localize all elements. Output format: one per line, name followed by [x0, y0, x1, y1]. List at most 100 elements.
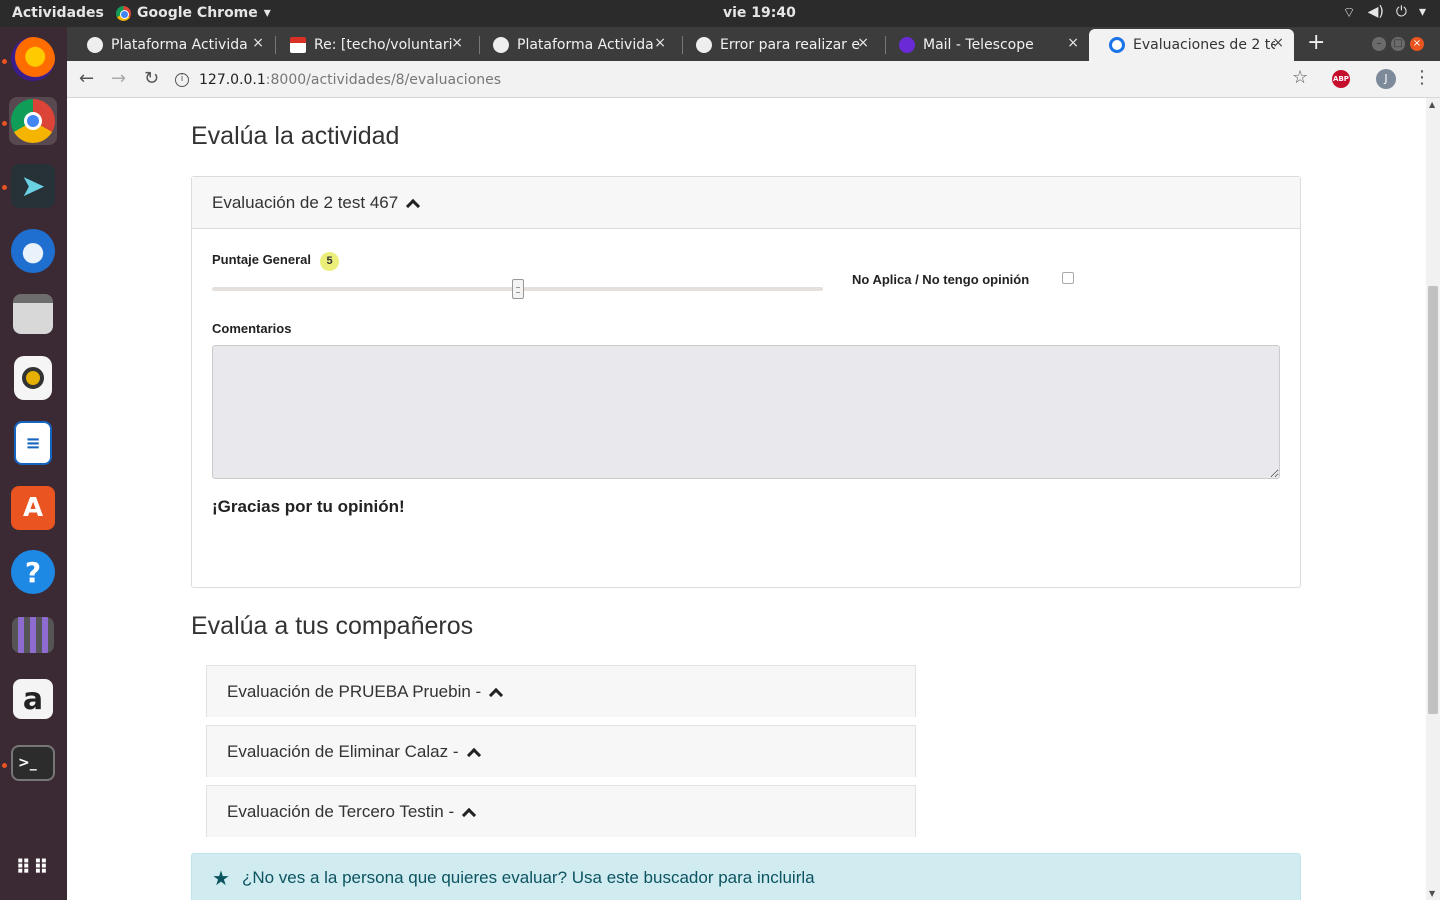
- not-applicable-checkbox[interactable]: [1062, 272, 1074, 284]
- github-icon: [87, 37, 103, 53]
- close-icon[interactable]: ×: [1272, 35, 1284, 51]
- chevron-up-icon: [466, 747, 481, 762]
- terminal-icon: >_: [11, 745, 55, 781]
- gmail-icon: [290, 37, 306, 53]
- thunderbird-icon: [11, 229, 55, 273]
- tab-github-2[interactable]: Plataforma Activida ×: [473, 29, 676, 61]
- adblock-icon[interactable]: ABP: [1332, 70, 1350, 88]
- star-icon: ★: [212, 867, 230, 890]
- tab-label: Mail - Telescope: [923, 37, 1034, 53]
- close-icon[interactable]: ×: [252, 35, 264, 51]
- address-bar[interactable]: i 127.0.0.1:8000/actividades/8/evaluacio…: [175, 67, 1275, 93]
- clock[interactable]: vie 19:40: [723, 5, 796, 21]
- chrome-icon: [116, 5, 131, 21]
- score-slider-handle[interactable]: [511, 279, 524, 299]
- maximize-button[interactable]: □: [1391, 37, 1405, 51]
- peers-heading: Evalúa a tus compañeros: [191, 612, 474, 640]
- page-scrollbar[interactable]: ▲ ▼: [1426, 98, 1440, 900]
- bookmark-star-icon[interactable]: ☆: [1292, 67, 1308, 88]
- scroll-up-icon[interactable]: ▲: [1429, 100, 1435, 109]
- document-icon: ≡: [14, 421, 52, 465]
- remmina-icon: ➤: [11, 164, 55, 208]
- browser-toolbar: ← → ↻ i 127.0.0.1:8000/actividades/8/eva…: [67, 61, 1440, 98]
- activity-heading: Evalúa la actividad: [191, 122, 400, 150]
- dock: ➤ ≡ A ? a >_ ⠿⠿: [0, 27, 67, 900]
- wifi-icon: ⌔: [1342, 5, 1356, 21]
- forward-button[interactable]: →: [111, 68, 126, 89]
- files-icon: [13, 294, 53, 334]
- page-viewport: Evalúa la actividad Evaluación de 2 test…: [67, 98, 1426, 900]
- peer-evaluation-header[interactable]: Evaluación de Tercero Testin -: [206, 785, 916, 837]
- minimize-button[interactable]: –: [1372, 37, 1386, 51]
- dock-software[interactable]: A: [9, 484, 57, 532]
- not-applicable-label: No Aplica / No tengo opinión: [852, 272, 1030, 287]
- firefox-icon: [11, 37, 55, 81]
- chevron-up-icon: [489, 687, 504, 702]
- video-icon: [12, 617, 54, 653]
- comments-textarea[interactable]: [212, 345, 1280, 479]
- app-menu[interactable]: Google Chrome ▾: [116, 5, 271, 21]
- reload-button[interactable]: ↻: [144, 68, 159, 89]
- tab-github-3[interactable]: Error para realizar e ×: [676, 29, 879, 61]
- profile-avatar[interactable]: J: [1376, 69, 1396, 89]
- tab-label: Error para realizar e: [720, 37, 860, 53]
- chevron-up-icon: [406, 198, 421, 213]
- dock-amazon[interactable]: a: [9, 675, 57, 723]
- scroll-down-icon[interactable]: ▼: [1429, 889, 1435, 898]
- url-path: :8000/actividades/8/evaluaciones: [265, 72, 502, 88]
- app-name: Google Chrome: [137, 5, 258, 21]
- scrollbar-thumb[interactable]: [1428, 286, 1438, 714]
- dock-help[interactable]: ?: [9, 548, 57, 596]
- tab-label: Evaluaciones de 2 te: [1133, 37, 1275, 53]
- search-hint-alert: ★ ¿No ves a la persona que quieres evalu…: [191, 853, 1301, 900]
- activity-evaluation-card: Evaluación de 2 test 467 Puntaje General…: [191, 176, 1301, 588]
- github-icon: [493, 37, 509, 53]
- comments-label: Comentarios: [212, 321, 292, 336]
- tab-evaluaciones[interactable]: Evaluaciones de 2 te ×: [1089, 29, 1294, 61]
- tab-github-1[interactable]: Plataforma Activida ×: [67, 29, 274, 61]
- chevron-down-icon: ▾: [263, 5, 271, 21]
- info-icon[interactable]: i: [175, 73, 189, 87]
- dock-writer[interactable]: ≡: [9, 419, 57, 467]
- peer-evaluation-title: Evaluación de PRUEBA Pruebin -: [227, 681, 482, 701]
- close-icon[interactable]: ×: [857, 35, 869, 51]
- thanks-message: ¡Gracias por tu opinión!: [212, 497, 405, 516]
- back-button[interactable]: ←: [79, 68, 94, 89]
- dock-rhythmbox[interactable]: [9, 354, 57, 402]
- dock-terminal[interactable]: >_: [9, 739, 57, 787]
- tab-strip: Plataforma Activida × Re: [techo/volunta…: [67, 27, 1440, 61]
- volume-icon: ◀): [1367, 4, 1384, 20]
- dock-videos[interactable]: [9, 611, 57, 659]
- dock-files[interactable]: [9, 290, 57, 338]
- peer-evaluation-header[interactable]: Evaluación de PRUEBA Pruebin -: [206, 665, 916, 717]
- close-window-button[interactable]: ×: [1410, 37, 1424, 51]
- search-hint-text[interactable]: ¿No ves a la persona que quieres evaluar…: [242, 868, 815, 888]
- dock-firefox[interactable]: [9, 35, 57, 83]
- tab-label: Plataforma Activida: [517, 37, 654, 53]
- dock-thunderbird[interactable]: [9, 227, 57, 275]
- peer-evaluation-header[interactable]: Evaluación de Eliminar Calaz -: [206, 725, 916, 777]
- chevron-up-icon: [462, 807, 477, 822]
- system-top-bar: Actividades Google Chrome ▾ vie 19:40 ⌔ …: [0, 0, 1440, 27]
- dock-show-apps[interactable]: ⠿⠿: [9, 843, 57, 891]
- amazon-icon: a: [13, 679, 53, 719]
- dock-remmina[interactable]: ➤: [9, 162, 57, 210]
- power-icon: ⏻: [1395, 4, 1407, 20]
- tab-label: Plataforma Activida: [111, 37, 248, 53]
- tab-gmail[interactable]: Re: [techo/voluntari ×: [270, 29, 473, 61]
- close-icon[interactable]: ×: [1067, 35, 1079, 51]
- dock-chrome[interactable]: [9, 97, 57, 145]
- tab-telescope[interactable]: Mail - Telescope ×: [879, 29, 1089, 61]
- chevron-down-icon: ▾: [1418, 4, 1426, 20]
- activities-button[interactable]: Actividades: [12, 5, 104, 21]
- peer-evaluation-title: Evaluación de Tercero Testin -: [227, 801, 455, 821]
- browser-menu-icon[interactable]: ⋮: [1413, 67, 1431, 88]
- activity-card-title: Evaluación de 2 test 467: [212, 192, 399, 212]
- activity-card-header[interactable]: Evaluación de 2 test 467: [192, 177, 1300, 229]
- system-tray[interactable]: ⌔ ◀) ⏻ ▾: [1342, 4, 1426, 22]
- app-grid-icon: ⠿⠿: [15, 855, 51, 879]
- score-badge: 5: [320, 252, 339, 271]
- new-tab-button[interactable]: +: [1307, 30, 1325, 55]
- close-icon[interactable]: ×: [451, 35, 463, 51]
- close-icon[interactable]: ×: [654, 35, 666, 51]
